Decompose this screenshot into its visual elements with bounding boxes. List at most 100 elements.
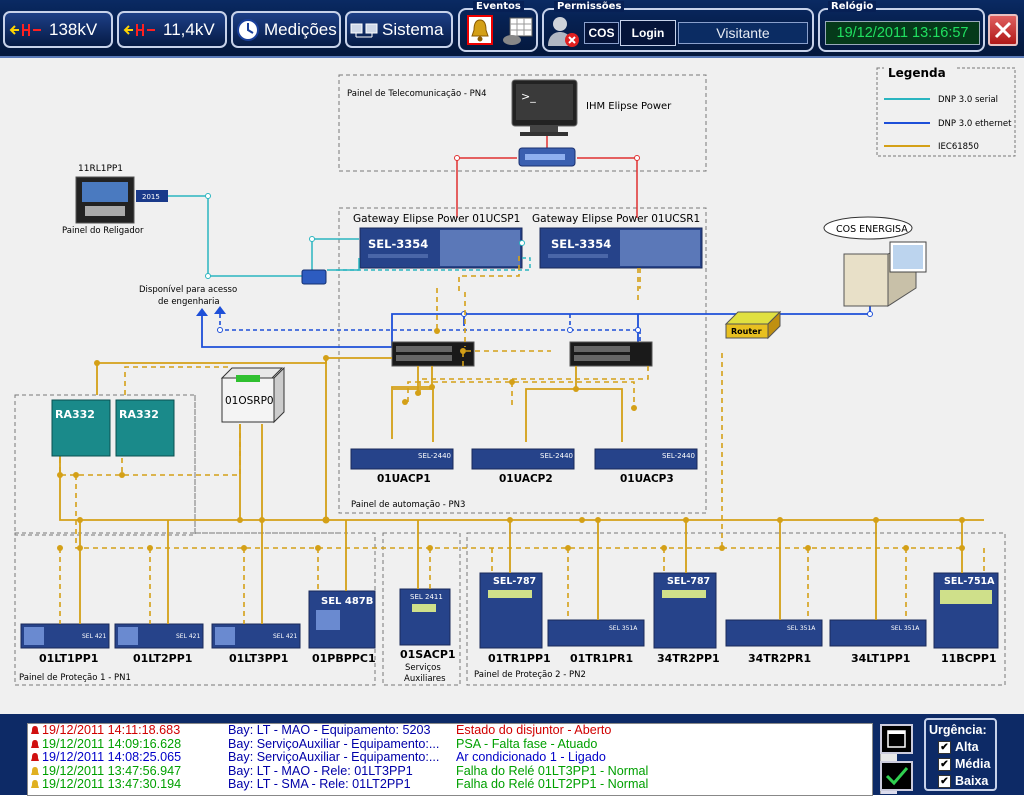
checkmark-icon: [885, 767, 909, 786]
gateway-1-device[interactable]: SEL-3354: [359, 227, 523, 269]
relogio-title: Relógio: [828, 1, 877, 12]
bell-icon: [30, 779, 40, 790]
event-bay: Bay: LT - MAO - Rele: 01LT3PP1: [228, 763, 413, 778]
diagram-canvas: Legenda DNP 3.0 serial DNP 3.0 ethernet …: [14, 66, 1016, 686]
legend-iec-label: IEC61850: [938, 142, 979, 152]
ra332-2-device[interactable]: RA332: [115, 399, 175, 457]
top-toolbar: 138kV 11,4kV Medições Sistema Eventos Pe…: [0, 0, 1024, 58]
religador-panel-device[interactable]: [75, 176, 135, 224]
relay-01lt1pp1[interactable]: SEL 421: [20, 623, 110, 649]
event-row[interactable]: 19/12/2011 13:47:56.947 Bay: LT - MAO - R…: [28, 763, 872, 779]
eventos-group: Eventos: [458, 1, 538, 52]
network-computers-icon: [350, 23, 378, 37]
alarm-bell-button[interactable]: [467, 15, 493, 45]
event-bay: Bay: ServiçoAuxiliar - Equipamento:...: [228, 750, 440, 765]
event-datetime: 19/12/2011 13:47:30.194: [42, 777, 182, 792]
switch-1-device[interactable]: [391, 341, 475, 367]
relay-34lt1pp1[interactable]: SEL 351A: [829, 619, 927, 647]
relay-11bcpp1[interactable]: SEL-751A: [933, 572, 999, 649]
relig-name: 11RL1PP1: [78, 164, 123, 174]
btn-sistema[interactable]: Sistema: [345, 11, 453, 48]
relay-01pbppc1-model: SEL 487B: [321, 596, 373, 607]
event-datetime: 19/12/2011 13:47:56.947: [42, 763, 182, 778]
btn-138kv[interactable]: 138kV: [3, 11, 113, 48]
event-datetime: 19/12/2011 14:11:18.683: [42, 723, 181, 737]
gw2-title: Gateway Elipse Power 01UCSR1: [532, 213, 700, 225]
relay-01lt3pp1-model: SEL 421: [273, 633, 297, 640]
pn1-title: Painel de Proteção 1 - PN1: [19, 673, 131, 683]
event-bay: Bay: ServiçoAuxiliar - Equipamento:...: [228, 736, 440, 751]
ihm-monitor-icon[interactable]: >_: [511, 79, 578, 136]
event-message: Falha do Relé 01LT3PP1 - Normal: [456, 763, 649, 778]
relay-01lt3pp1[interactable]: SEL 421: [211, 623, 301, 649]
event-row[interactable]: 19/12/2011 14:09:16.628 Bay: ServiçoAuxil…: [28, 736, 872, 752]
event-calendar-icon[interactable]: [502, 16, 534, 46]
relay-34tr2pr1-model: SEL 351A: [787, 625, 816, 632]
relay-34tr2pr1[interactable]: SEL 351A: [725, 619, 823, 647]
event-datetime: 19/12/2011 14:08:25.065: [42, 750, 182, 765]
event-row[interactable]: 19/12/2011 13:47:30.194 Bay: LT - SMA - R…: [28, 778, 872, 792]
cos-computer-icon[interactable]: [843, 241, 927, 307]
uacp-1-device[interactable]: SEL-2440: [350, 448, 454, 470]
relay-01lt2pp1[interactable]: SEL 421: [114, 623, 204, 649]
relay-01sacp1-model: SEL 2411: [410, 593, 443, 601]
check-icon[interactable]: ✔: [938, 740, 951, 754]
osrp-device[interactable]: 01OSRP0: [220, 366, 285, 424]
event-bay: Bay: LT - MAO - Equipamento: 5203: [228, 723, 431, 737]
pn2-title: Painel de Proteção 2 - PN2: [474, 670, 586, 680]
bell-icon: [471, 19, 489, 42]
eventos-title: Eventos: [473, 1, 524, 12]
uacp-3-device[interactable]: SEL-2440: [594, 448, 698, 470]
gw1-title: Gateway Elipse Power 01UCSP1: [353, 213, 520, 225]
clock-icon: [237, 18, 259, 41]
relay-01tr1pp1-model: SEL-787: [493, 576, 536, 587]
event-window-button[interactable]: [880, 724, 913, 754]
ra332-1-device[interactable]: RA332: [51, 399, 111, 457]
event-row[interactable]: 19/12/2011 14:11:18.683 Bay: LT - MAO - E…: [28, 724, 872, 738]
relig-tag: 2015: [142, 193, 160, 201]
relay-01pbppc1[interactable]: SEL 487B: [308, 590, 376, 649]
user-lock-icon: [548, 17, 579, 47]
event-message: Falha do Relé 01LT2PP1 - Normal: [456, 777, 649, 792]
urgency-baixa-label: Baixa: [955, 774, 989, 788]
pn2-dev-3: 34TR2PP1: [657, 652, 720, 665]
gateway-2-device[interactable]: SEL-3354: [539, 227, 703, 269]
event-row[interactable]: 19/12/2011 14:08:25.065 Bay: ServiçoAuxil…: [28, 751, 872, 765]
relay-34tr2pp1[interactable]: SEL-787: [653, 572, 717, 649]
btn-sistema-label: Sistema: [382, 19, 444, 39]
switch-2-device[interactable]: [569, 341, 653, 367]
urgency-filter: Urgência: ✔ Alta ✔ Média ✔ Baixa: [924, 718, 997, 791]
relay-11bcpp1-model: SEL-751A: [944, 576, 995, 587]
check-icon[interactable]: ✔: [938, 757, 951, 771]
ra332-1-label: RA332: [55, 408, 95, 421]
cos-energisa-cloud: COS ENERGISA: [823, 216, 913, 240]
btn-11-4kv[interactable]: 11,4kV: [117, 11, 227, 48]
close-button[interactable]: [988, 14, 1018, 46]
event-list[interactable]: 19/12/2011 14:11:18.683 Bay: LT - MAO - E…: [27, 723, 873, 796]
urgency-media[interactable]: ✔ Média: [938, 757, 990, 771]
busbar-icon: [9, 23, 41, 36]
pn4-title: Painel de Telecomunicação - PN4: [347, 89, 487, 99]
relay-01sacp1[interactable]: SEL 2411: [399, 588, 451, 646]
uacp-2-device[interactable]: SEL-2440: [471, 448, 575, 470]
btn-11-4kv-label: 11,4kV: [163, 19, 215, 39]
event-message: Estado do disjuntor - Aberto: [456, 723, 612, 737]
relay-01lt1pp1-model: SEL 421: [82, 633, 106, 640]
relay-01lt2pp1-model: SEL 421: [176, 633, 200, 640]
relay-01tr1pr1-model: SEL 351A: [609, 625, 638, 632]
osrp-label: 01OSRP0: [225, 395, 274, 407]
login-button[interactable]: Login: [620, 20, 676, 46]
urgency-alta[interactable]: ✔ Alta: [938, 740, 979, 754]
relay-01tr1pp1[interactable]: SEL-787: [479, 572, 543, 649]
acknowledge-button[interactable]: [880, 761, 913, 791]
uacp-3-model: SEL-2440: [662, 452, 695, 460]
urgency-baixa[interactable]: ✔ Baixa: [938, 774, 988, 788]
uacp-2-label: 01UACP2: [499, 473, 553, 485]
btn-medicoes[interactable]: Medições: [231, 11, 341, 48]
sacp-sub2: Auxiliares: [404, 674, 446, 684]
router-device[interactable]: Router: [724, 310, 782, 340]
relay-01tr1pr1[interactable]: SEL 351A: [547, 619, 645, 647]
bell-icon: [30, 752, 40, 763]
relogio-group: Relógio 19/12/2011 13:16:57: [818, 1, 985, 52]
check-icon[interactable]: ✔: [938, 774, 951, 788]
